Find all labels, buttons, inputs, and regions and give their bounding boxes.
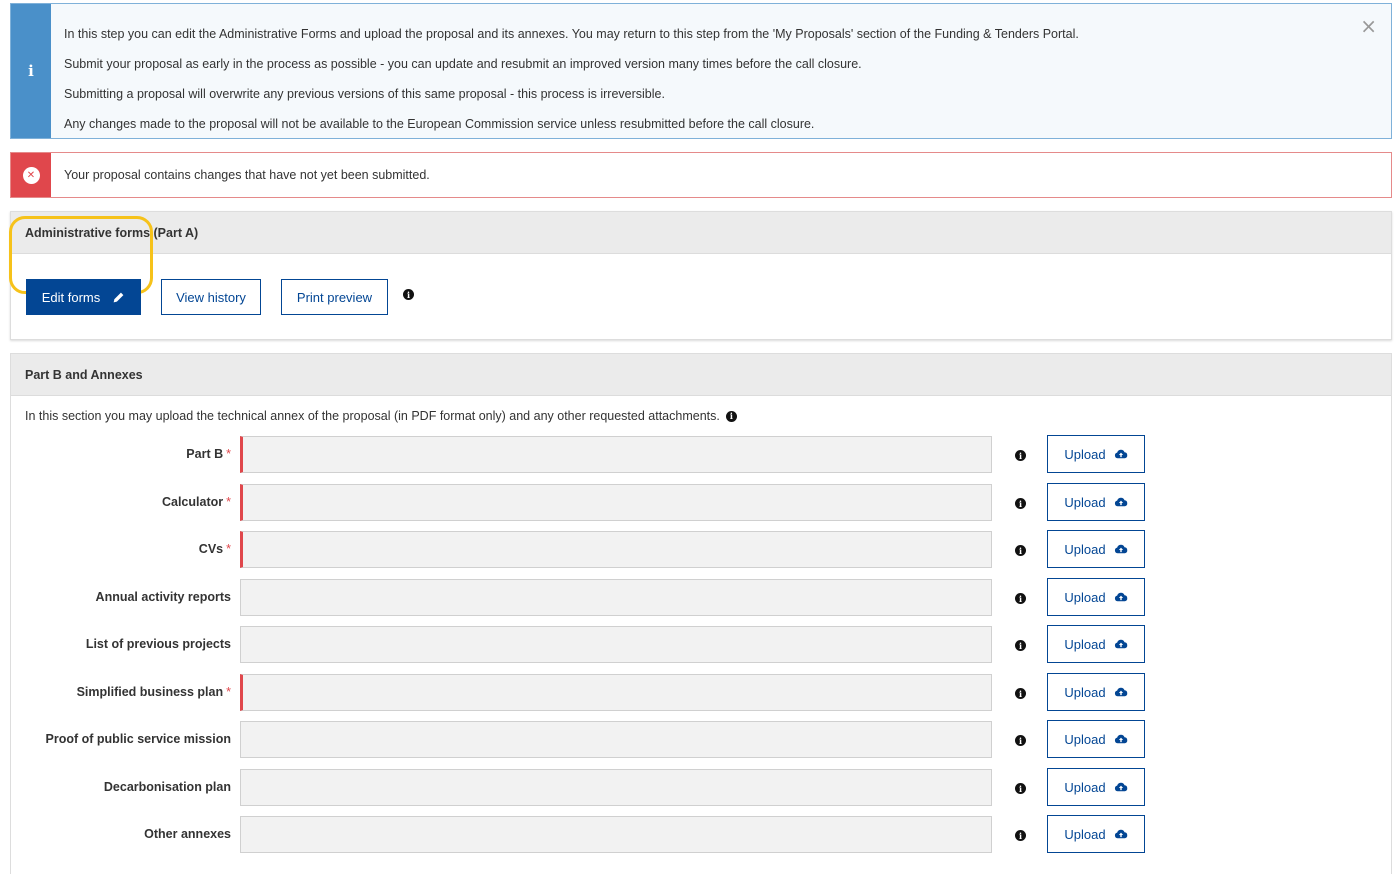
- info-icon[interactable]: i: [1015, 830, 1026, 841]
- file-field[interactable]: [240, 816, 992, 853]
- info-icon[interactable]: i: [1015, 593, 1026, 604]
- required-asterisk: *: [226, 685, 231, 699]
- upload-row-label-text: Part B: [186, 447, 224, 461]
- part-b-intro: In this section you may upload the techn…: [25, 409, 737, 423]
- cloud-upload-icon: [1114, 829, 1127, 839]
- upload-row-label: Decarbonisation plan: [11, 780, 231, 794]
- upload-row-label: Proof of public service mission: [11, 732, 231, 746]
- info-icon: i: [28, 62, 34, 80]
- file-field[interactable]: [240, 531, 992, 568]
- upload-label: Upload: [1064, 779, 1106, 795]
- upload-row-label: CVs *: [11, 542, 231, 556]
- cloud-upload-icon: [1114, 544, 1127, 554]
- info-icon[interactable]: i: [1015, 735, 1026, 746]
- file-field[interactable]: [240, 484, 992, 521]
- error-message: Your proposal contains changes that have…: [64, 168, 430, 182]
- upload-label: Upload: [1064, 684, 1106, 700]
- upload-label: Upload: [1064, 731, 1106, 747]
- upload-label: Upload: [1064, 541, 1106, 557]
- cloud-upload-icon: [1114, 592, 1127, 602]
- info-line: Submit your proposal as early in the pro…: [64, 57, 862, 71]
- upload-button[interactable]: Upload: [1047, 483, 1145, 521]
- cloud-upload-icon: [1114, 497, 1127, 507]
- upload-row-label: Part B *: [11, 447, 231, 461]
- upload-label: Upload: [1064, 494, 1106, 510]
- pencil-icon: [113, 292, 124, 302]
- upload-button[interactable]: Upload: [1047, 625, 1145, 663]
- required-asterisk: *: [226, 542, 231, 556]
- upload-label: Upload: [1064, 446, 1106, 462]
- file-field[interactable]: [240, 721, 992, 758]
- cloud-upload-icon: [1114, 734, 1127, 744]
- info-icon[interactable]: i: [1015, 545, 1026, 556]
- upload-row-label: Annual activity reports: [11, 590, 231, 604]
- info-line: In this step you can edit the Administra…: [64, 27, 1079, 41]
- upload-row-label-text: Simplified business plan: [76, 685, 224, 699]
- print-preview-button[interactable]: Print preview: [281, 279, 388, 315]
- upload-button[interactable]: Upload: [1047, 673, 1145, 711]
- cloud-upload-icon: [1114, 639, 1127, 649]
- required-asterisk: *: [226, 495, 231, 509]
- upload-row-label-text: Annual activity reports: [95, 590, 231, 604]
- info-icon[interactable]: i: [725, 410, 737, 422]
- part-b-intro-text: In this section you may upload the techn…: [25, 409, 720, 423]
- upload-button[interactable]: Upload: [1047, 530, 1145, 568]
- upload-label: Upload: [1064, 589, 1106, 605]
- info-strip: i: [11, 4, 51, 138]
- cloud-upload-icon: [1114, 687, 1127, 697]
- upload-button[interactable]: Upload: [1047, 768, 1145, 806]
- error-strip: ✕: [11, 153, 51, 197]
- upload-label: Upload: [1064, 636, 1106, 652]
- file-field[interactable]: [240, 674, 992, 711]
- upload-row-label: Calculator *: [11, 495, 231, 509]
- info-icon[interactable]: i: [1015, 783, 1026, 794]
- cloud-upload-icon: [1114, 782, 1127, 792]
- part-a-panel: Administrative forms (Part A) Edit forms…: [9, 211, 1392, 340]
- close-icon[interactable]: ×: [1360, 16, 1377, 36]
- error-alert: ✕ Your proposal contains changes that ha…: [10, 152, 1392, 198]
- info-icon[interactable]: i: [1015, 450, 1026, 461]
- upload-row-label-text: Calculator: [161, 495, 224, 509]
- part-a-title: Administrative forms (Part A): [11, 212, 1391, 254]
- upload-button[interactable]: Upload: [1047, 435, 1145, 473]
- upload-row-label-text: CVs: [198, 542, 224, 556]
- upload-row-label: Other annexes: [11, 827, 231, 841]
- view-history-button[interactable]: View history: [161, 279, 261, 315]
- info-alert: i In this step you can edit the Administ…: [10, 3, 1392, 139]
- file-field[interactable]: [240, 436, 992, 473]
- cloud-upload-icon: [1114, 449, 1127, 459]
- file-field[interactable]: [240, 579, 992, 616]
- file-field[interactable]: [240, 769, 992, 806]
- upload-row-label-text: Decarbonisation plan: [103, 780, 231, 794]
- edit-forms-label: Edit forms: [41, 289, 101, 305]
- upload-button[interactable]: Upload: [1047, 815, 1145, 853]
- info-line: Submitting a proposal will overwrite any…: [64, 87, 665, 101]
- required-asterisk: *: [226, 447, 231, 461]
- info-icon[interactable]: i: [403, 289, 414, 300]
- info-icon[interactable]: i: [1015, 498, 1026, 509]
- info-icon[interactable]: i: [1015, 688, 1026, 699]
- upload-button[interactable]: Upload: [1047, 720, 1145, 758]
- upload-label: Upload: [1064, 826, 1106, 842]
- upload-row-label-text: List of previous projects: [85, 637, 231, 651]
- info-messages: In this step you can edit the Administra…: [64, 19, 1079, 139]
- part-b-panel: Part B and Annexes In this section you m…: [10, 353, 1392, 874]
- upload-button[interactable]: Upload: [1047, 578, 1145, 616]
- upload-row-label: Simplified business plan *: [11, 685, 231, 699]
- file-field[interactable]: [240, 626, 992, 663]
- upload-row-label-text: Other annexes: [144, 827, 231, 841]
- info-icon[interactable]: i: [1015, 640, 1026, 651]
- part-b-title: Part B and Annexes: [11, 354, 1391, 396]
- info-line: Any changes made to the proposal will no…: [64, 117, 815, 131]
- upload-row-label: List of previous projects: [11, 637, 231, 651]
- error-circle-icon: ✕: [22, 166, 40, 184]
- edit-forms-button[interactable]: Edit forms: [26, 279, 141, 315]
- upload-row-label-text: Proof of public service mission: [45, 732, 231, 746]
